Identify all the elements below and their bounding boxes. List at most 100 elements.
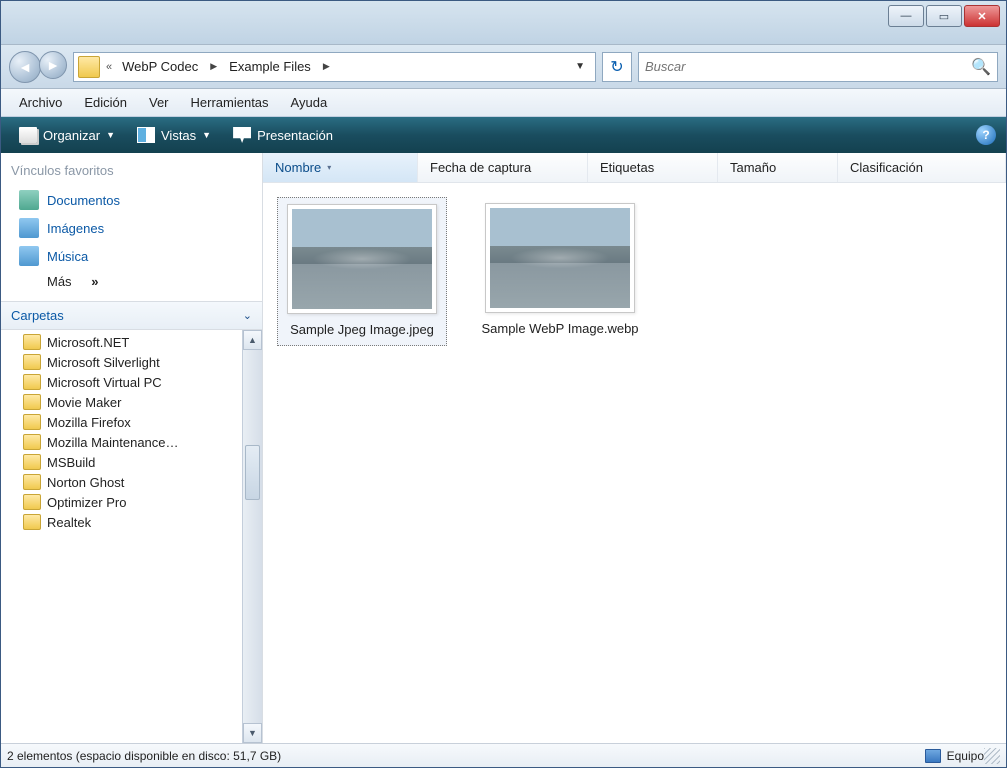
menu-archivo[interactable]: Archivo: [9, 92, 72, 113]
folder-label: Realtek: [47, 515, 91, 530]
folder-item[interactable]: Optimizer Pro: [1, 492, 242, 512]
folder-icon: [23, 434, 41, 450]
favorite-label: Imágenes: [47, 221, 104, 236]
pictures-icon: [19, 218, 39, 238]
column-fecha[interactable]: Fecha de captura: [418, 153, 588, 182]
content-area: Nombre ▾ Fecha de captura Etiquetas Tama…: [263, 153, 1006, 743]
more-label: Más: [47, 274, 72, 289]
scroll-down-button[interactable]: ▼: [243, 723, 262, 743]
folder-icon: [23, 394, 41, 410]
folders-header[interactable]: Carpetas ⌄: [1, 301, 262, 330]
nav-buttons: ◄ ►: [9, 51, 67, 83]
chevron-right-icon[interactable]: ▶: [319, 61, 334, 72]
organize-label: Organizar: [43, 128, 100, 143]
chevron-right-icon: »: [91, 274, 98, 289]
favorite-documentos[interactable]: Documentos: [1, 186, 262, 214]
search-box[interactable]: 🔍: [638, 52, 998, 82]
back-button[interactable]: ◄: [9, 51, 41, 83]
computer-icon: [925, 749, 941, 763]
search-input[interactable]: [645, 59, 971, 74]
folder-icon: [23, 514, 41, 530]
scroll-up-button[interactable]: ▲: [243, 330, 262, 350]
explorer-window: — ▭ ✕ ◄ ► « WebP Codec ▶ Example Files ▶…: [0, 0, 1007, 768]
presentation-button[interactable]: Presentación: [225, 123, 341, 147]
status-right: Equipo: [925, 749, 984, 763]
folder-icon: [23, 374, 41, 390]
files-area[interactable]: Sample Jpeg Image.jpeg Sample WebP Image…: [263, 183, 1006, 743]
chevron-right-icon[interactable]: ▶: [206, 61, 221, 72]
folders-header-label: Carpetas: [11, 308, 64, 323]
folder-item[interactable]: Mozilla Maintenance…: [1, 432, 242, 452]
file-name: Sample WebP Image.webp: [481, 321, 639, 338]
titlebar: — ▭ ✕: [1, 1, 1006, 45]
folder-item[interactable]: Microsoft Silverlight: [1, 352, 242, 372]
column-label: Fecha de captura: [430, 160, 531, 175]
scroll-thumb[interactable]: [245, 445, 260, 500]
file-item[interactable]: Sample WebP Image.webp: [475, 197, 645, 344]
status-location: Equipo: [947, 749, 984, 763]
chevron-down-icon: ⌄: [243, 309, 252, 322]
folder-icon: [23, 354, 41, 370]
presentation-label: Presentación: [257, 128, 333, 143]
organize-button[interactable]: Organizar ▼: [11, 123, 123, 147]
folder-list: Microsoft.NET Microsoft Silverlight Micr…: [1, 330, 242, 743]
help-button[interactable]: ?: [976, 125, 996, 145]
minimize-button[interactable]: —: [888, 5, 924, 27]
column-tamano[interactable]: Tamaño: [718, 153, 838, 182]
folder-icon: [23, 454, 41, 470]
breadcrumb-item-0[interactable]: WebP Codec: [118, 57, 202, 76]
folder-label: Norton Ghost: [47, 475, 124, 490]
refresh-button[interactable]: ↻: [602, 52, 632, 82]
folder-item[interactable]: Microsoft Virtual PC: [1, 372, 242, 392]
column-etiquetas[interactable]: Etiquetas: [588, 153, 718, 182]
folder-label: MSBuild: [47, 455, 95, 470]
organize-icon: [19, 127, 37, 143]
close-button[interactable]: ✕: [964, 5, 1000, 27]
folder-item[interactable]: Movie Maker: [1, 392, 242, 412]
file-item[interactable]: Sample Jpeg Image.jpeg: [277, 197, 447, 346]
favorite-label: Música: [47, 249, 88, 264]
folder-icon: [78, 56, 100, 78]
favorites-more[interactable]: Más »: [1, 270, 262, 293]
menu-herramientas[interactable]: Herramientas: [181, 92, 279, 113]
views-button[interactable]: Vistas ▼: [129, 123, 219, 147]
status-bar: 2 elementos (espacio disponible en disco…: [1, 743, 1006, 767]
folder-item[interactable]: Realtek: [1, 512, 242, 532]
presentation-icon: [233, 127, 251, 143]
status-text: 2 elementos (espacio disponible en disco…: [7, 749, 281, 763]
resize-grip[interactable]: [984, 748, 1000, 764]
scroll-track[interactable]: [243, 350, 262, 723]
file-thumbnail: [485, 203, 635, 313]
sidebar: Vínculos favoritos Documentos Imágenes M…: [1, 153, 263, 743]
column-label: Tamaño: [730, 160, 776, 175]
folder-label: Optimizer Pro: [47, 495, 126, 510]
column-nombre[interactable]: Nombre ▾: [263, 153, 418, 182]
menu-ayuda[interactable]: Ayuda: [281, 92, 338, 113]
column-headers: Nombre ▾ Fecha de captura Etiquetas Tama…: [263, 153, 1006, 183]
folder-item[interactable]: Mozilla Firefox: [1, 412, 242, 432]
sidebar-scrollbar[interactable]: ▲ ▼: [242, 330, 262, 743]
folder-item[interactable]: Norton Ghost: [1, 472, 242, 492]
chevron-down-icon: ▼: [202, 130, 211, 140]
maximize-button[interactable]: ▭: [926, 5, 962, 27]
forward-button[interactable]: ►: [39, 51, 67, 79]
navbar: ◄ ► « WebP Codec ▶ Example Files ▶ ▼ ↻ 🔍: [1, 45, 1006, 89]
favorite-imagenes[interactable]: Imágenes: [1, 214, 262, 242]
search-icon[interactable]: 🔍: [971, 57, 991, 77]
file-name: Sample Jpeg Image.jpeg: [284, 322, 440, 339]
folder-icon: [23, 494, 41, 510]
favorite-musica[interactable]: Música: [1, 242, 262, 270]
address-bar[interactable]: « WebP Codec ▶ Example Files ▶ ▼: [73, 52, 596, 82]
chevron-down-icon: ▾: [327, 163, 331, 172]
column-clasificacion[interactable]: Clasificación: [838, 153, 1006, 182]
folder-item[interactable]: Microsoft.NET: [1, 332, 242, 352]
address-dropdown-icon[interactable]: ▼: [569, 61, 591, 72]
folder-label: Mozilla Firefox: [47, 415, 131, 430]
folder-item[interactable]: MSBuild: [1, 452, 242, 472]
folder-label: Microsoft Virtual PC: [47, 375, 162, 390]
breadcrumb-item-1[interactable]: Example Files: [225, 57, 315, 76]
favorites-header: Vínculos favoritos: [1, 153, 262, 184]
column-label: Nombre: [275, 160, 321, 175]
menu-ver[interactable]: Ver: [139, 92, 179, 113]
menu-edicion[interactable]: Edición: [74, 92, 137, 113]
